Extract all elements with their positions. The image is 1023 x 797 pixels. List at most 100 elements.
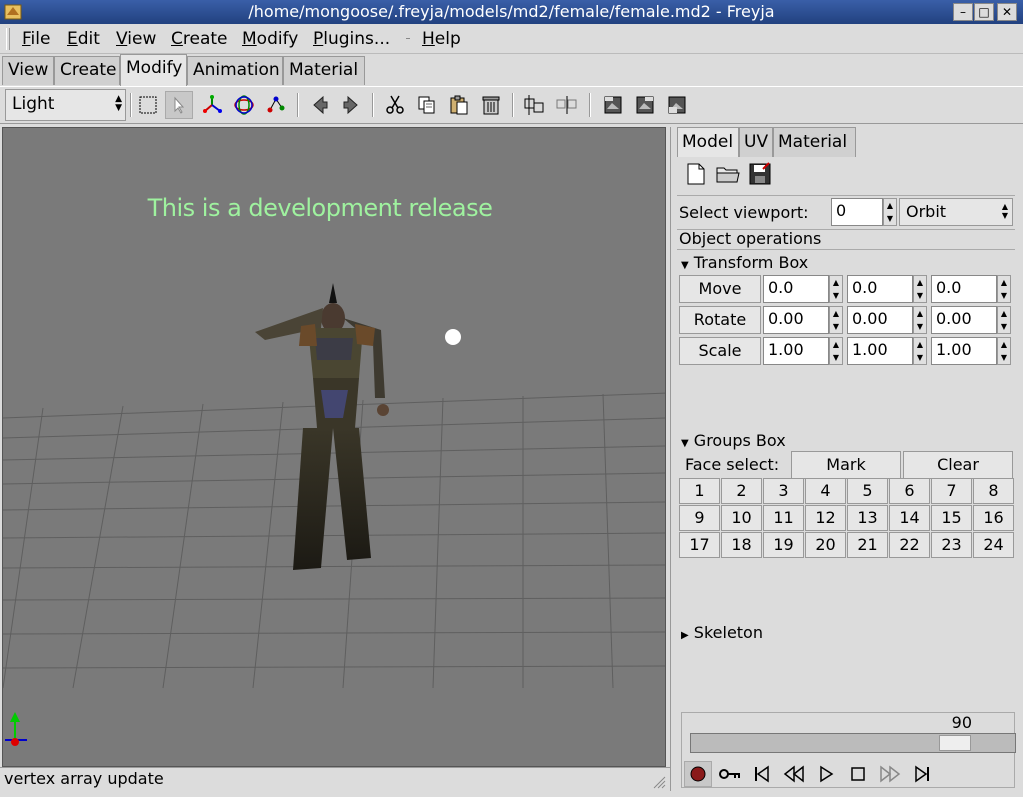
group-button-2[interactable]: 2 <box>721 478 762 504</box>
move-z-spinner[interactable]: ▲ ▼ <box>997 275 1011 303</box>
group-button-13[interactable]: 13 <box>847 505 888 531</box>
key-icon[interactable] <box>716 761 744 787</box>
menu-modify[interactable]: Modify <box>242 29 298 49</box>
resize-grip-icon[interactable] <box>652 775 666 789</box>
group-button-4[interactable]: 4 <box>805 478 846 504</box>
group-button-22[interactable]: 22 <box>889 532 930 558</box>
group-button-20[interactable]: 20 <box>805 532 846 558</box>
scale-y-spinner[interactable]: ▲ ▼ <box>913 337 927 365</box>
rotate-x-spinner[interactable]: ▲ ▼ <box>829 306 843 334</box>
rotate-y-input[interactable]: 0.00 <box>847 306 913 334</box>
clear-button[interactable]: Clear <box>903 451 1013 479</box>
group-button-7[interactable]: 7 <box>931 478 972 504</box>
menu-plugins[interactable]: Plugins... <box>313 29 390 49</box>
grid-split-icon[interactable] <box>521 91 549 119</box>
next-icon[interactable] <box>337 91 365 119</box>
orbit-icon[interactable] <box>230 91 258 119</box>
group-button-16[interactable]: 16 <box>973 505 1014 531</box>
move-x-input[interactable]: 0.0 <box>763 275 829 303</box>
frame-slider[interactable] <box>690 733 1016 753</box>
group-button-5[interactable]: 5 <box>847 478 888 504</box>
menu-help[interactable]: Help <box>422 29 461 49</box>
group-button-3[interactable]: 3 <box>763 478 804 504</box>
scale-z-spinner[interactable]: ▲ ▼ <box>997 337 1011 365</box>
group-button-21[interactable]: 21 <box>847 532 888 558</box>
play-icon[interactable] <box>812 761 840 787</box>
scale-button[interactable]: Scale <box>679 337 761 365</box>
open-folder-icon[interactable] <box>715 161 743 189</box>
viewport-mode-select[interactable]: Orbit ▲ ▼ <box>899 198 1013 226</box>
group-button-14[interactable]: 14 <box>889 505 930 531</box>
tab-uv[interactable]: UV <box>739 127 773 157</box>
scale-z-input[interactable]: 1.00 <box>931 337 997 365</box>
viewport-spinner[interactable]: ▲ ▼ <box>883 198 897 226</box>
menu-edit[interactable]: Edit <box>67 29 100 49</box>
menubar-grip[interactable] <box>6 28 10 50</box>
menu-file[interactable]: File <box>22 29 50 49</box>
frame-icon-1[interactable] <box>599 91 627 119</box>
rotate-z-spinner[interactable]: ▲ ▼ <box>997 306 1011 334</box>
move-button[interactable]: Move <box>679 275 761 303</box>
move-y-input[interactable]: 0.0 <box>847 275 913 303</box>
menu-view[interactable]: View <box>116 29 156 49</box>
fast-forward-icon[interactable] <box>876 761 904 787</box>
frame-icon-2[interactable] <box>631 91 659 119</box>
move-z-input[interactable]: 0.0 <box>931 275 997 303</box>
close-button[interactable]: ✕ <box>997 3 1017 21</box>
group-button-10[interactable]: 10 <box>721 505 762 531</box>
group-button-12[interactable]: 12 <box>805 505 846 531</box>
prev-icon[interactable] <box>306 91 334 119</box>
last-frame-icon[interactable] <box>908 761 936 787</box>
pointer-icon[interactable] <box>165 91 193 119</box>
group-button-18[interactable]: 18 <box>721 532 762 558</box>
tab-animation[interactable]: Animation <box>187 56 283 85</box>
group-button-9[interactable]: 9 <box>679 505 720 531</box>
transform-box-header[interactable]: ▼ Transform Box <box>681 253 808 272</box>
cut-icon[interactable] <box>381 91 409 119</box>
new-file-icon[interactable] <box>683 161 711 189</box>
rotate-y-spinner[interactable]: ▲ ▼ <box>913 306 927 334</box>
minimize-button[interactable]: – <box>953 3 973 21</box>
mark-button[interactable]: Mark <box>791 451 901 479</box>
move-y-spinner[interactable]: ▲ ▼ <box>913 275 927 303</box>
group-button-6[interactable]: 6 <box>889 478 930 504</box>
group-button-17[interactable]: 17 <box>679 532 720 558</box>
paste-icon[interactable] <box>445 91 473 119</box>
group-button-24[interactable]: 24 <box>973 532 1014 558</box>
axes-icon[interactable] <box>198 91 226 119</box>
group-button-1[interactable]: 1 <box>679 478 720 504</box>
tab-view[interactable]: View <box>2 56 54 85</box>
tab-material-panel[interactable]: Material <box>773 127 856 157</box>
rotate-x-input[interactable]: 0.00 <box>763 306 829 334</box>
rotate-z-input[interactable]: 0.00 <box>931 306 997 334</box>
scale-x-spinner[interactable]: ▲ ▼ <box>829 337 843 365</box>
tab-model[interactable]: Model <box>677 127 739 157</box>
record-icon[interactable] <box>684 761 712 787</box>
grid-merge-icon[interactable] <box>553 91 581 119</box>
select-rect-icon[interactable] <box>134 91 162 119</box>
group-button-15[interactable]: 15 <box>931 505 972 531</box>
first-frame-icon[interactable] <box>748 761 776 787</box>
move-x-spinner[interactable]: ▲ ▼ <box>829 275 843 303</box>
group-button-19[interactable]: 19 <box>763 532 804 558</box>
group-button-23[interactable]: 23 <box>931 532 972 558</box>
stop-icon[interactable] <box>844 761 872 787</box>
rewind-icon[interactable] <box>780 761 808 787</box>
menu-create[interactable]: Create <box>171 29 228 49</box>
viewport-number-input[interactable]: 0 <box>831 198 883 226</box>
frame-slider-thumb[interactable] <box>939 735 971 751</box>
scale-y-input[interactable]: 1.00 <box>847 337 913 365</box>
groups-box-header[interactable]: ▼ Groups Box <box>681 431 786 450</box>
rotate-button[interactable]: Rotate <box>679 306 761 334</box>
vertices-icon[interactable] <box>262 91 290 119</box>
maximize-button[interactable]: □ <box>974 3 994 21</box>
group-button-11[interactable]: 11 <box>763 505 804 531</box>
tab-modify[interactable]: Modify <box>120 54 187 86</box>
group-button-8[interactable]: 8 <box>973 478 1014 504</box>
viewport-3d[interactable]: This is a development release <box>2 127 666 767</box>
save-icon[interactable] <box>747 161 775 189</box>
scale-x-input[interactable]: 1.00 <box>763 337 829 365</box>
trash-icon[interactable] <box>477 91 505 119</box>
light-select[interactable]: Light ▲ ▼ <box>5 89 126 121</box>
tab-create[interactable]: Create <box>54 56 120 85</box>
